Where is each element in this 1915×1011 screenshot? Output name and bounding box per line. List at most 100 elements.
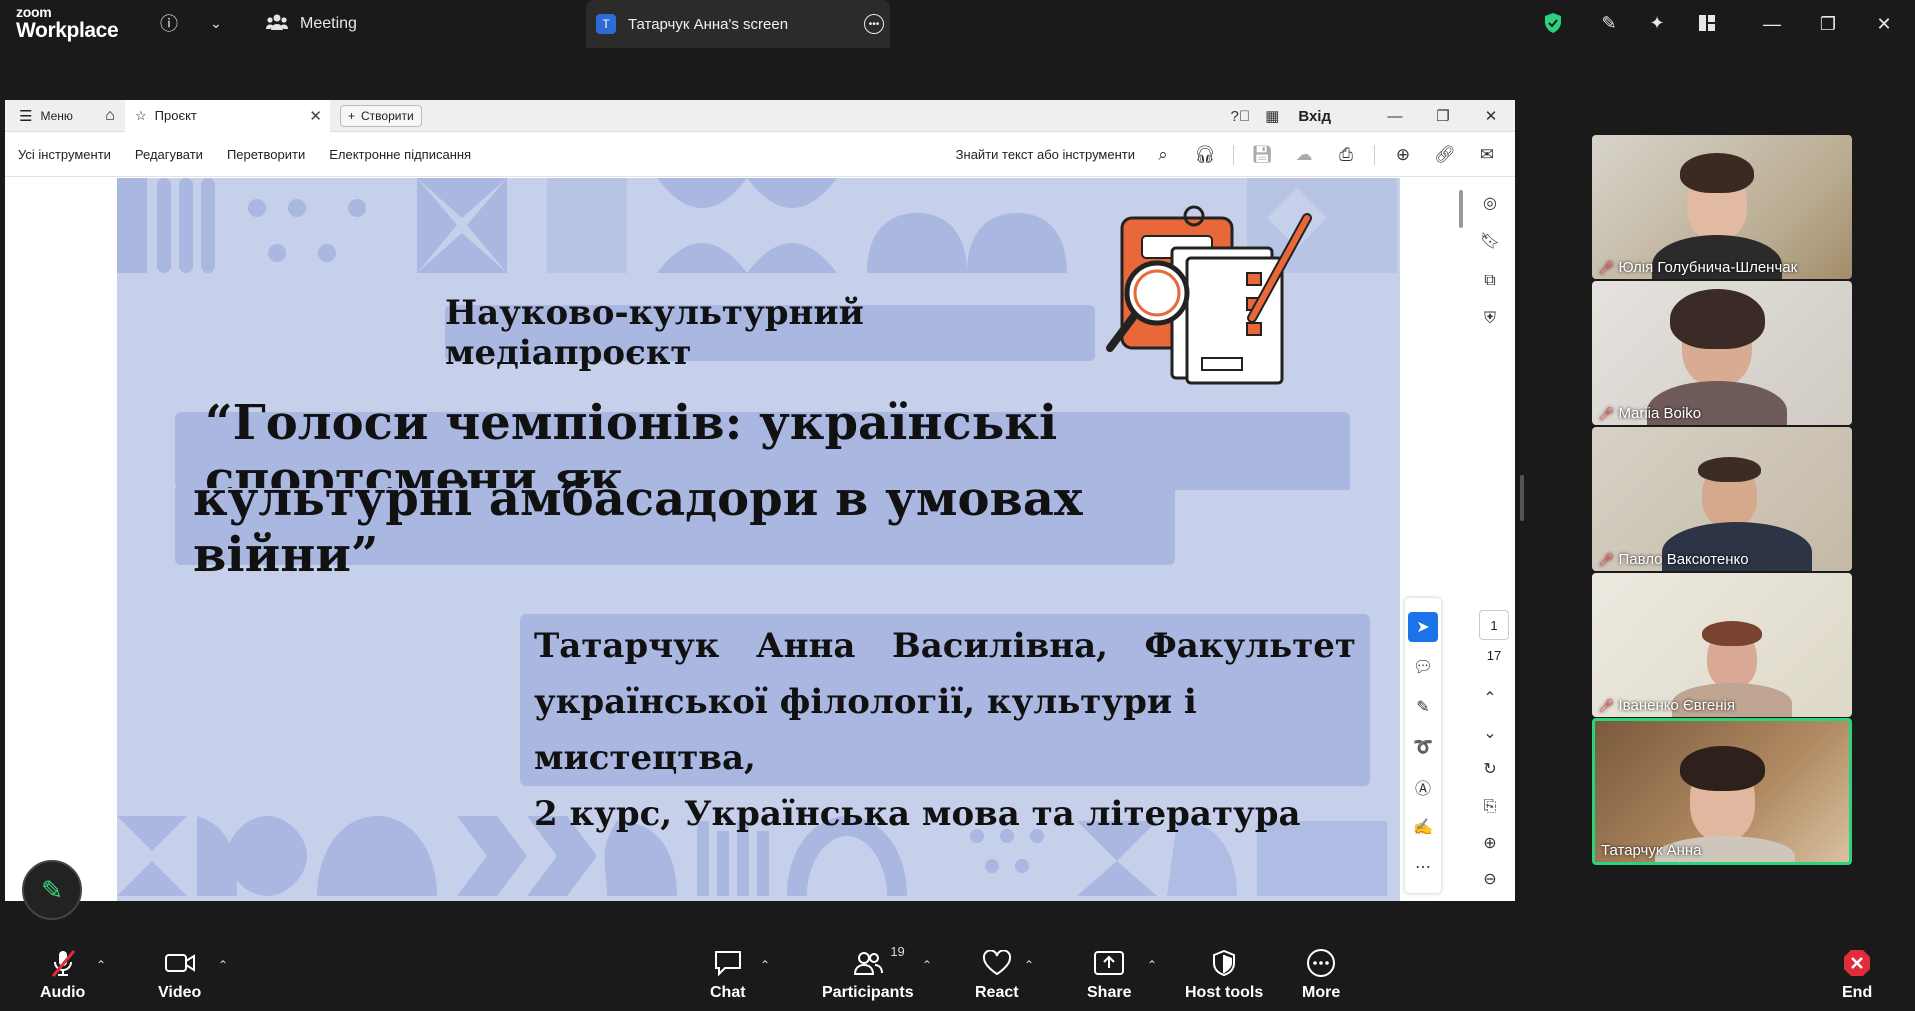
- vertical-scrollbar[interactable]: [1459, 190, 1463, 228]
- participant-name: Павло Ваксютенко: [1618, 551, 1749, 568]
- zoom-top-bar: zoom Workplace ⓘ ⌄ Meeting T Татарчук Ан…: [0, 0, 1915, 48]
- minimize-icon[interactable]: —: [1752, 8, 1792, 40]
- panel-resize-handle[interactable]: [1520, 475, 1524, 521]
- text-box-icon[interactable]: Ⓐ: [1408, 772, 1438, 802]
- acrobat-toolbar: Усі інструменти Редагувати Перетворити Е…: [5, 132, 1515, 177]
- annotation-pencil-icon[interactable]: ✎: [22, 860, 82, 920]
- home-icon[interactable]: ⌂: [95, 100, 125, 132]
- restore-icon[interactable]: ❐: [1808, 8, 1848, 40]
- email-icon[interactable]: ✉: [1469, 140, 1505, 170]
- participant-tile[interactable]: 🎤︎ Іваненко Євгенія: [1592, 573, 1852, 717]
- host-tools-button[interactable]: Host tools: [1185, 948, 1263, 1002]
- audio-options-caret-icon[interactable]: ⌃: [96, 958, 106, 972]
- protect-icon[interactable]: ⛨: [1475, 304, 1505, 334]
- ai-assistant-icon[interactable]: ◎: [1475, 188, 1505, 218]
- zoom-out-icon[interactable]: ⊖: [1475, 864, 1505, 894]
- participant-tile[interactable]: 🎤︎ Юлія Голубнича-Шленчак: [1592, 135, 1852, 279]
- create-label: Створити: [361, 108, 414, 123]
- end-call-icon: [1842, 948, 1872, 978]
- sign-in-button[interactable]: Вхід: [1298, 108, 1331, 125]
- share-options-caret-icon[interactable]: ⌃: [1147, 958, 1157, 972]
- react-button[interactable]: React: [975, 948, 1019, 1002]
- end-button[interactable]: End: [1842, 948, 1872, 1002]
- toolbar-divider: [1374, 144, 1375, 165]
- viewer-left-gutter: [5, 178, 117, 901]
- annotate-pen-icon[interactable]: ✎: [1594, 8, 1624, 38]
- security-shield-icon[interactable]: [1538, 8, 1568, 38]
- participants-button[interactable]: 19 Participants: [822, 944, 914, 1002]
- link-icon[interactable]: 🔗︎: [1427, 140, 1463, 170]
- more-options-icon[interactable]: •••: [864, 14, 884, 34]
- share-user-icon[interactable]: ⊕: [1385, 140, 1421, 170]
- tool-esign[interactable]: Електронне підписання: [317, 147, 483, 162]
- participant-hair: [1702, 621, 1762, 646]
- page-down-icon[interactable]: ⌄: [1475, 718, 1505, 748]
- page-number-input[interactable]: 1: [1479, 610, 1509, 640]
- close-tab-icon[interactable]: ✕: [309, 107, 322, 125]
- highlight-pen-icon[interactable]: ✎: [1408, 692, 1438, 722]
- comment-icon[interactable]: 💬︎: [1408, 652, 1438, 682]
- ai-sparkle-icon[interactable]: ✦: [1642, 8, 1672, 38]
- pdf-viewer: Науково-культурний медіапроєкт “Голоси ч…: [5, 178, 1515, 901]
- rotate-icon[interactable]: ↻: [1475, 754, 1505, 784]
- tool-edit[interactable]: Редагувати: [123, 147, 215, 162]
- close-icon[interactable]: ✕: [1864, 8, 1904, 40]
- video-options-caret-icon[interactable]: ⌃: [218, 958, 228, 972]
- tool-all-tools[interactable]: Усі інструменти: [5, 147, 123, 162]
- author-word: Татарчук: [534, 626, 720, 666]
- sign-icon[interactable]: ✍: [1408, 812, 1438, 842]
- menu-button[interactable]: ☰ Меню: [5, 107, 95, 125]
- draw-lasso-icon[interactable]: ➰: [1408, 732, 1438, 762]
- zoom-logo: zoom Workplace: [16, 5, 119, 41]
- participant-tile[interactable]: 🎤︎ Mariia Boiko: [1592, 281, 1852, 425]
- audio-button[interactable]: Audio: [40, 948, 85, 1002]
- participant-tile[interactable]: 🎤︎ Павло Ваксютенко: [1592, 427, 1852, 571]
- document-tab[interactable]: ☆ Проєкт ✕: [125, 99, 330, 132]
- acrobat-close-icon[interactable]: ✕: [1467, 107, 1515, 125]
- layout-view-icon[interactable]: [1692, 8, 1722, 38]
- tool-convert[interactable]: Перетворити: [215, 147, 317, 162]
- participant-name: Іваненко Євгенія: [1618, 697, 1735, 714]
- chat-button[interactable]: Chat: [710, 948, 746, 1002]
- page-export-icon[interactable]: ⎘: [1475, 792, 1505, 822]
- page-up-icon[interactable]: ⌃: [1475, 683, 1505, 713]
- create-button[interactable]: + Створити: [340, 104, 422, 127]
- chat-label: Chat: [710, 984, 746, 1001]
- zoom-in-icon[interactable]: ⊕: [1475, 828, 1505, 858]
- meeting-info-icon[interactable]: ⓘ: [154, 8, 184, 38]
- participant-tile-active-speaker[interactable]: Татарчук Анна: [1592, 718, 1852, 865]
- meeting-tab[interactable]: Meeting: [266, 9, 357, 39]
- pages-icon[interactable]: ⧉: [1475, 266, 1505, 296]
- participants-icon: 19: [853, 944, 905, 978]
- more-tools-icon[interactable]: ⋯: [1408, 852, 1438, 882]
- star-icon[interactable]: ☆: [135, 108, 147, 124]
- search-icon[interactable]: ⌕: [1145, 140, 1181, 170]
- toolbar-divider: [1233, 144, 1234, 165]
- acrobat-restore-icon[interactable]: ❐: [1419, 107, 1467, 125]
- acrobat-minimize-icon[interactable]: —: [1371, 108, 1419, 125]
- select-cursor-icon[interactable]: ➤: [1408, 612, 1438, 642]
- participants-options-caret-icon[interactable]: ⌃: [922, 958, 932, 972]
- more-button[interactable]: More: [1302, 948, 1340, 1002]
- participant-name-row: 🎤︎ Mariia Boiko: [1598, 405, 1701, 422]
- cloud-upload-icon[interactable]: ☁: [1286, 140, 1322, 170]
- chat-options-caret-icon[interactable]: ⌃: [760, 958, 770, 972]
- participant-hair: [1670, 289, 1765, 349]
- apps-grid-icon[interactable]: ▦: [1256, 107, 1288, 125]
- author-line2: української філології, культури і мистец…: [534, 682, 1197, 778]
- share-button[interactable]: Share: [1087, 948, 1131, 1002]
- share-screen-tab[interactable]: T Татарчук Анна's screen •••: [586, 0, 890, 48]
- react-label: React: [975, 984, 1019, 1001]
- react-options-caret-icon[interactable]: ⌃: [1024, 958, 1034, 972]
- help-icon[interactable]: ?⃝: [1224, 108, 1256, 125]
- share-tab-label: Татарчук Анна's screen: [628, 15, 789, 33]
- search-label[interactable]: Знайти текст або інструменти: [956, 147, 1135, 162]
- chevron-down-icon[interactable]: ⌄: [201, 8, 231, 38]
- headphones-icon[interactable]: 🎧︎: [1187, 140, 1223, 170]
- save-icon[interactable]: 💾︎: [1244, 140, 1280, 170]
- mic-muted-icon: 🎤︎: [1598, 697, 1615, 713]
- print-icon[interactable]: ⎙: [1328, 140, 1364, 170]
- video-button[interactable]: Video: [158, 948, 201, 1002]
- bookmark-icon[interactable]: 🔖︎: [1475, 226, 1505, 256]
- meeting-tab-label: Meeting: [300, 15, 357, 32]
